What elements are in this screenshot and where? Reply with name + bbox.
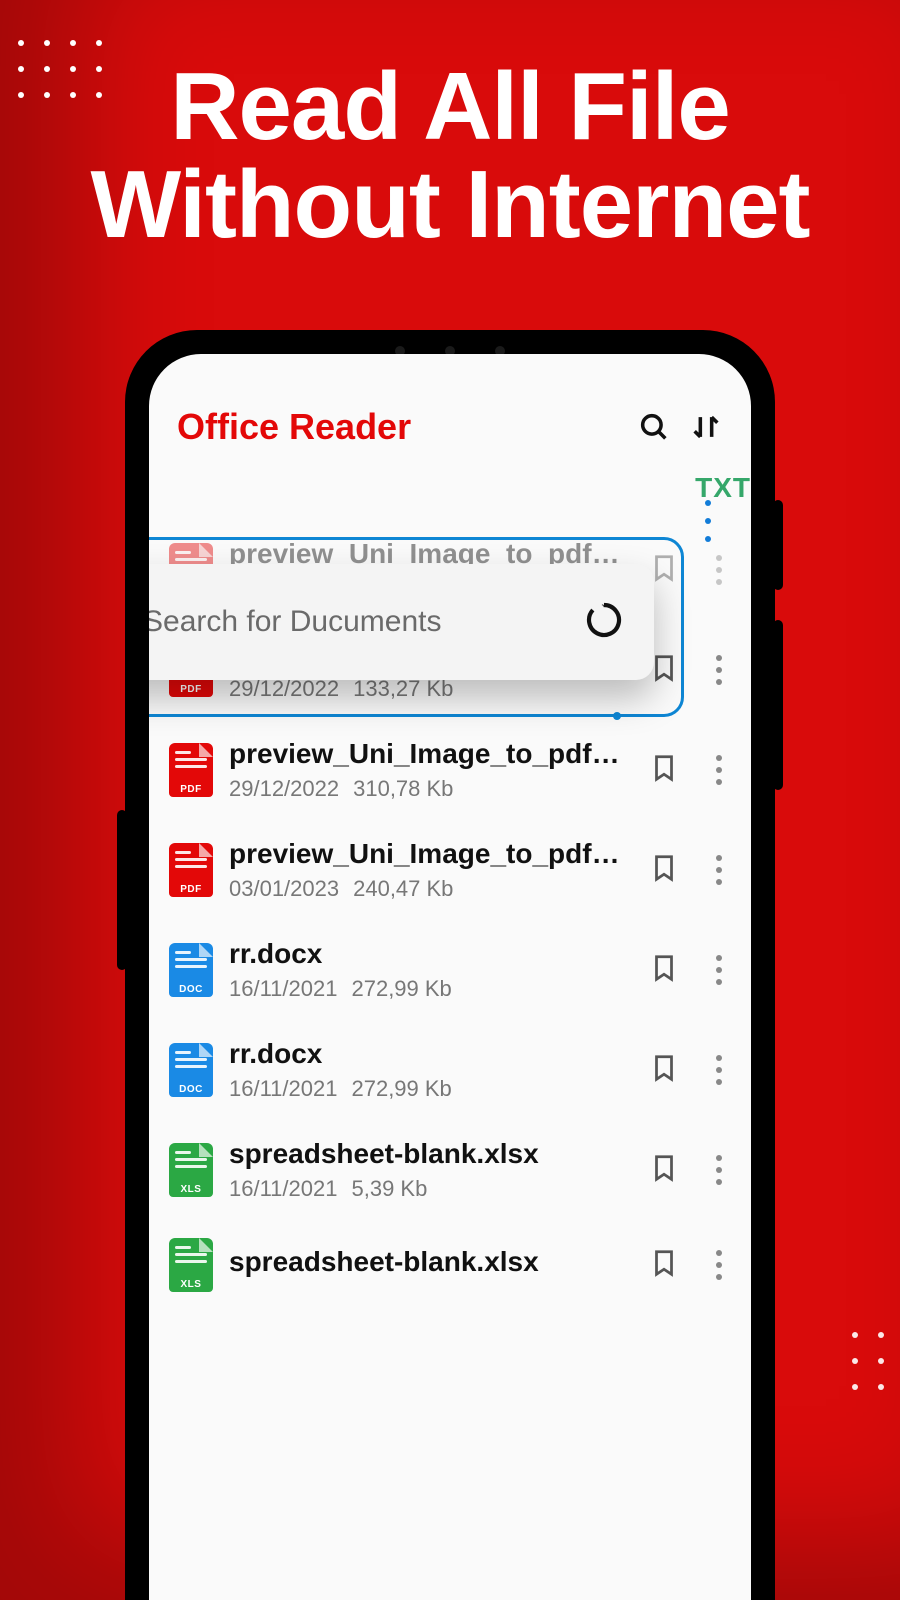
file-type-xls-icon: XLS	[169, 1143, 213, 1197]
file-row-actions	[643, 1248, 731, 1283]
more-vertical-icon[interactable]	[707, 855, 731, 885]
file-meta: 16/11/2021 272,99 Kb	[229, 976, 627, 1002]
file-row-actions	[643, 753, 731, 788]
file-size: 272,99 Kb	[351, 976, 451, 1002]
phone-frame: Office Reader TXT Search for Ducuments	[125, 330, 775, 1600]
filetype-tabs: TXT	[149, 468, 751, 520]
bookmark-icon[interactable]	[649, 1053, 679, 1088]
file-info: spreadsheet-blank.xlsx	[229, 1246, 627, 1284]
file-info: rr.docx 16/11/2021 272,99 Kb	[229, 1038, 627, 1102]
file-type-xls-icon: XLS	[169, 1238, 213, 1292]
file-size: 272,99 Kb	[351, 1076, 451, 1102]
hero-line1: Read All File	[170, 53, 730, 160]
search-icon[interactable]	[637, 410, 671, 444]
file-size: 310,78 Kb	[353, 776, 453, 802]
file-date: 16/11/2021	[229, 1076, 337, 1102]
search-card[interactable]: Search for Ducuments	[149, 564, 654, 680]
file-row[interactable]: XLS spreadsheet-blank.xlsx	[159, 1220, 735, 1310]
file-meta: 29/12/2022 310,78 Kb	[229, 776, 627, 802]
file-date: 16/11/2021	[229, 976, 337, 1002]
file-size: 240,47 Kb	[353, 876, 453, 902]
bookmark-icon[interactable]	[649, 953, 679, 988]
file-type-doc-icon: DOC	[169, 943, 213, 997]
file-row[interactable]: XLS spreadsheet-blank.xlsx 16/11/2021 5,39 …	[159, 1120, 735, 1220]
file-row-actions	[643, 1053, 731, 1088]
file-date: 29/12/2022	[229, 776, 339, 802]
file-name: rr.docx	[229, 938, 627, 970]
file-meta: 03/01/2023 240,47 Kb	[229, 876, 627, 902]
decorative-dot-grid-bottom-right	[842, 1322, 900, 1400]
file-type-pdf-icon: PDF	[169, 843, 213, 897]
more-vertical-icon[interactable]	[707, 655, 731, 685]
file-row[interactable]: PDF preview_Uni_Image_to_pdf_16722 29/12/2…	[159, 720, 735, 820]
file-name: spreadsheet-blank.xlsx	[229, 1138, 627, 1170]
bookmark-icon[interactable]	[649, 853, 679, 888]
loading-spinner-icon	[584, 600, 624, 645]
file-info: spreadsheet-blank.xlsx 16/11/2021 5,39 Kb	[229, 1138, 627, 1202]
app-title: Office Reader	[177, 406, 619, 448]
file-size: 5,39 Kb	[351, 1176, 427, 1202]
more-vertical-icon[interactable]	[707, 755, 731, 785]
file-type-doc-icon: DOC	[169, 1043, 213, 1097]
hero-title: Read All File Without Internet	[0, 58, 900, 254]
file-name: preview_Uni_Image_to_pdf_16722	[229, 738, 627, 770]
file-meta: 16/11/2021 272,99 Kb	[229, 1076, 627, 1102]
bookmark-icon[interactable]	[649, 753, 679, 788]
file-date: 16/11/2021	[229, 1176, 337, 1202]
file-meta: 16/11/2021 5,39 Kb	[229, 1176, 627, 1202]
more-vertical-icon[interactable]	[707, 955, 731, 985]
file-name: rr.docx	[229, 1038, 627, 1070]
phone-mockup: Office Reader TXT Search for Ducuments	[125, 330, 775, 1600]
search-placeholder: Search for Ducuments	[149, 605, 564, 639]
file-info: rr.docx 16/11/2021 272,99 Kb	[229, 938, 627, 1002]
file-row-actions	[643, 853, 731, 888]
file-row-actions	[643, 953, 731, 988]
hero-line2: Without Internet	[91, 151, 810, 258]
file-row[interactable]: PDF preview_Uni_Image_to_pdf_16727 03/01/2…	[159, 820, 735, 920]
app-screen: Office Reader TXT Search for Ducuments	[149, 354, 751, 1600]
file-row[interactable]: DOC rr.docx 16/11/2021 272,99 Kb	[159, 920, 735, 1020]
tab-txt[interactable]: TXT	[695, 472, 751, 504]
file-row-actions	[643, 1153, 731, 1188]
more-vertical-icon[interactable]	[707, 1055, 731, 1085]
more-vertical-icon[interactable]	[707, 1250, 731, 1280]
file-info: preview_Uni_Image_to_pdf_16722 29/12/2022…	[229, 738, 627, 802]
app-header: Office Reader	[149, 354, 751, 468]
file-type-pdf-icon: PDF	[169, 743, 213, 797]
file-name: preview_Uni_Image_to_pdf_16727	[229, 838, 627, 870]
file-info: preview_Uni_Image_to_pdf_16727 03/01/2023…	[229, 838, 627, 902]
more-vertical-icon[interactable]	[707, 1155, 731, 1185]
file-name: spreadsheet-blank.xlsx	[229, 1246, 627, 1278]
file-row[interactable]: DOC rr.docx 16/11/2021 272,99 Kb	[159, 1020, 735, 1120]
bookmark-icon[interactable]	[649, 1153, 679, 1188]
bookmark-icon[interactable]	[649, 1248, 679, 1283]
more-vertical-icon[interactable]	[707, 555, 731, 585]
file-date: 03/01/2023	[229, 876, 339, 902]
sort-icon[interactable]	[689, 410, 723, 444]
